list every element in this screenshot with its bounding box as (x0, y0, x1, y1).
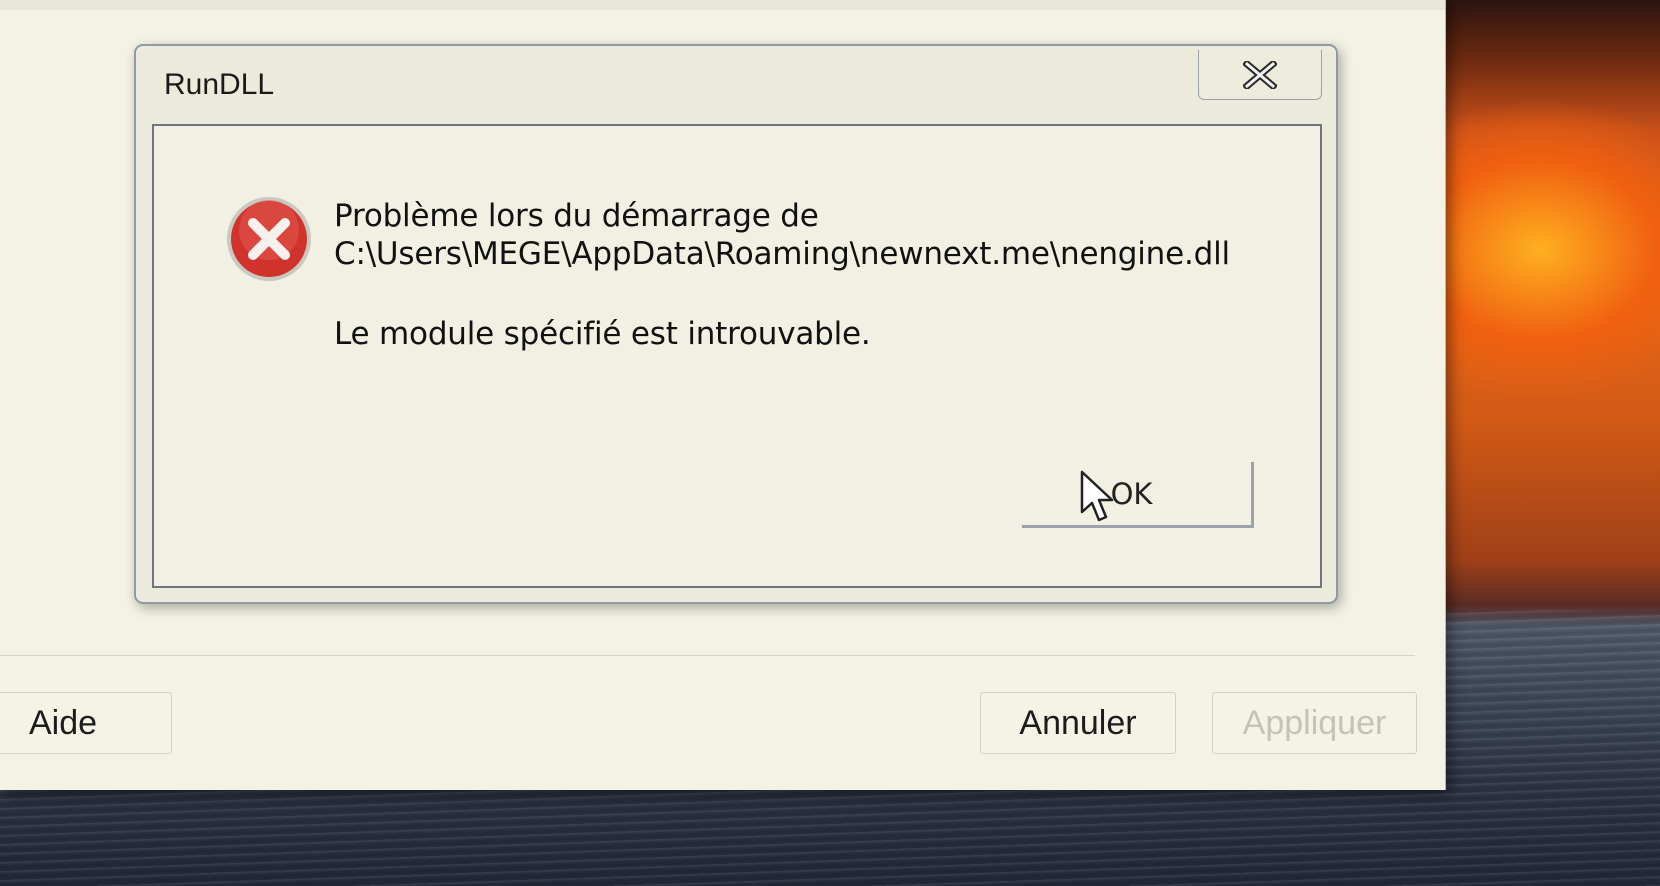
mouse-pointer-icon (1080, 470, 1114, 522)
error-message-path: C:\Users\MEGE\AppData\Roaming\newnext.me… (334, 236, 1230, 272)
help-button[interactable]: Aide (0, 692, 172, 754)
background-window-divider (0, 655, 1415, 656)
close-x-icon (1243, 60, 1277, 89)
background-window-top-strip (0, 0, 1445, 10)
cancel-button-label: Annuler (1019, 703, 1137, 742)
cancel-button[interactable]: Annuler (980, 692, 1176, 754)
dialog-title: RunDLL (164, 68, 275, 101)
error-message-line1: Problème lors du démarrage de (334, 198, 819, 234)
rundll-error-dialog: RunDLL Problème lors du démarrage de C:\… (134, 44, 1338, 604)
apply-button-label: Appliquer (1242, 703, 1387, 742)
help-button-label: Aide (29, 703, 98, 742)
apply-button-disabled[interactable]: Appliquer (1212, 692, 1417, 754)
close-button[interactable] (1198, 50, 1322, 100)
error-message-detail: Le module spécifié est introuvable. (334, 316, 871, 352)
error-icon (227, 197, 311, 281)
dialog-content-panel: Problème lors du démarrage de C:\Users\M… (152, 124, 1322, 588)
ok-button[interactable]: OK (1022, 462, 1254, 528)
